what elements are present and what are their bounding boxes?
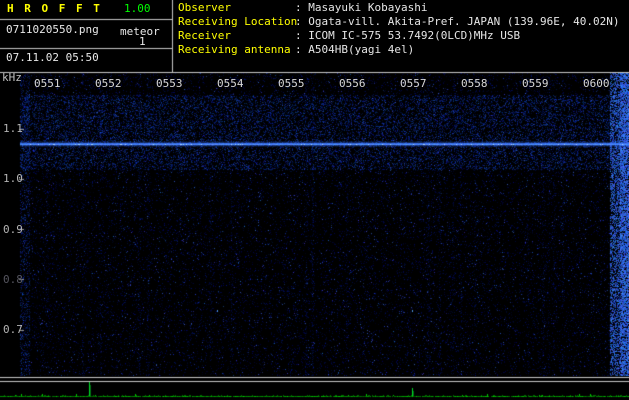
- info-value: : A504HB(yagi 4el): [295, 43, 414, 56]
- time-tick-label: 0554: [217, 78, 244, 90]
- hrofft-spectrogram-output: H R O F F T 1.00 0711020550.png meteor 1…: [0, 0, 629, 400]
- info-value: : ICOM IC-575 53.7492(0LCD)MHz USB: [295, 29, 520, 42]
- time-tick-label: 0555: [278, 78, 305, 90]
- freq-tick-label: 1.0: [3, 173, 23, 185]
- info-row: Receiver: ICOM IC-575 53.7492(0LCD)MHz U…: [178, 30, 620, 44]
- info-label: Receiving antenna: [178, 44, 295, 56]
- info-label: Receiving Location: [178, 16, 295, 28]
- info-value: : Ogata-vill. Akita-Pref. JAPAN (139.96E…: [295, 15, 620, 28]
- app-title: H R O F F T: [7, 3, 102, 15]
- freq-tick-label: 0.7: [3, 324, 23, 336]
- info-row: Receiving Location: Ogata-vill. Akita-Pr…: [178, 16, 620, 30]
- freq-tick-label: 0.9: [3, 224, 23, 236]
- freq-unit-label: kHz: [2, 72, 22, 84]
- info-row: Observer: Masayuki Kobayashi: [178, 2, 620, 16]
- time-tick-label: 0556: [339, 78, 366, 90]
- info-label: Observer: [178, 2, 295, 14]
- time-tick-label: 0553: [156, 78, 183, 90]
- time-tick-label: 0552: [95, 78, 122, 90]
- info-value: : Masayuki Kobayashi: [295, 1, 427, 14]
- time-tick-label: 0559: [522, 78, 549, 90]
- freq-tick-label: 0.8: [3, 274, 23, 286]
- time-tick-label: 0600: [583, 78, 610, 90]
- info-row: Receiving antenna: A504HB(yagi 4el): [178, 44, 620, 58]
- app-version: 1.00: [124, 3, 151, 15]
- capture-datetime: 07.11.02 05:50: [6, 52, 99, 64]
- time-tick-label: 0558: [461, 78, 488, 90]
- output-filename: 0711020550.png: [6, 24, 99, 36]
- freq-tick-label: 1.1: [3, 123, 23, 135]
- station-info: Observer: Masayuki KobayashiReceiving Lo…: [178, 2, 620, 58]
- time-tick-label: 0557: [400, 78, 427, 90]
- meteor-count: 1: [139, 36, 146, 48]
- time-tick-label: 0551: [34, 78, 61, 90]
- info-label: Receiver: [178, 30, 295, 42]
